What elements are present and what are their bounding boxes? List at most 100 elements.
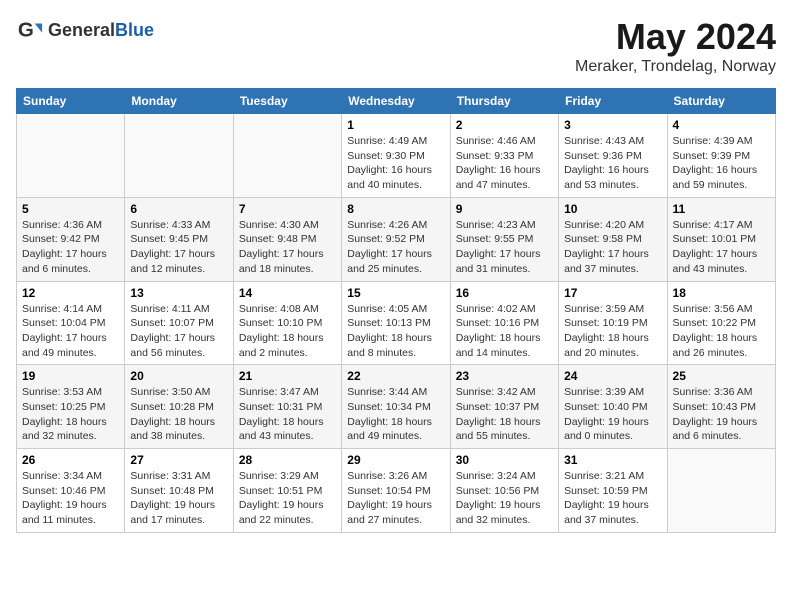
day-info: Sunrise: 4:02 AM Sunset: 10:16 PM Daylig… <box>456 302 553 361</box>
weekday-header-cell: Saturday <box>667 89 775 114</box>
calendar-cell: 12 Sunrise: 4:14 AM Sunset: 10:04 PM Dayl… <box>17 281 125 365</box>
calendar-cell: 7Sunrise: 4:30 AM Sunset: 9:48 PM Daylig… <box>233 197 341 281</box>
day-info: Sunrise: 4:14 AM Sunset: 10:04 PM Daylig… <box>22 302 119 361</box>
weekday-header-cell: Friday <box>559 89 667 114</box>
day-number: 1 <box>347 118 444 132</box>
day-info: Sunrise: 4:36 AM Sunset: 9:42 PM Dayligh… <box>22 218 119 277</box>
weekday-header-cell: Thursday <box>450 89 558 114</box>
weekday-header-cell: Monday <box>125 89 233 114</box>
calendar-cell: 24 Sunrise: 3:39 AM Sunset: 10:40 PM Dayl… <box>559 365 667 449</box>
calendar-cell: 27Sunrise: 3:31 AM Sunset: 10:48 PM Dayl… <box>125 449 233 533</box>
day-number: 11 <box>673 202 770 216</box>
day-info: Sunrise: 3:39 AM Sunset: 10:40 PM Daylig… <box>564 385 661 444</box>
calendar-cell: 1 Sunrise: 4:49 AM Sunset: 9:30 PM Daylig… <box>342 114 450 198</box>
day-info: Sunrise: 4:43 AM Sunset: 9:36 PM Dayligh… <box>564 134 661 193</box>
day-info: Sunrise: 3:34 AM Sunset: 10:46 PM Daylig… <box>22 469 119 528</box>
logo: G GeneralBlue <box>16 16 154 44</box>
day-number: 19 <box>22 369 119 383</box>
day-number: 28 <box>239 453 336 467</box>
day-number: 22 <box>347 369 444 383</box>
day-number: 17 <box>564 286 661 300</box>
day-info: Sunrise: 3:21 AM Sunset: 10:59 PM Daylig… <box>564 469 661 528</box>
calendar-cell: 30Sunrise: 3:24 AM Sunset: 10:56 PM Dayl… <box>450 449 558 533</box>
calendar-table: SundayMondayTuesdayWednesdayThursdayFrid… <box>16 88 776 533</box>
title-block: May 2024 Meraker, Trondelag, Norway <box>575 16 776 76</box>
calendar-cell: 6Sunrise: 4:33 AM Sunset: 9:45 PM Daylig… <box>125 197 233 281</box>
day-number: 8 <box>347 202 444 216</box>
calendar-week-row: 5 Sunrise: 4:36 AM Sunset: 9:42 PM Daylig… <box>17 197 776 281</box>
day-number: 29 <box>347 453 444 467</box>
calendar-cell <box>233 114 341 198</box>
calendar-cell: 23Sunrise: 3:42 AM Sunset: 10:37 PM Dayl… <box>450 365 558 449</box>
day-number: 4 <box>673 118 770 132</box>
day-info: Sunrise: 4:49 AM Sunset: 9:30 PM Dayligh… <box>347 134 444 193</box>
svg-text:G: G <box>18 19 34 42</box>
calendar-cell: 4 Sunrise: 4:39 AM Sunset: 9:39 PM Daylig… <box>667 114 775 198</box>
calendar-body: 1 Sunrise: 4:49 AM Sunset: 9:30 PM Daylig… <box>17 114 776 533</box>
calendar-cell: 18 Sunrise: 3:56 AM Sunset: 10:22 PM Dayl… <box>667 281 775 365</box>
weekday-header-cell: Sunday <box>17 89 125 114</box>
day-number: 24 <box>564 369 661 383</box>
calendar-cell: 15 Sunrise: 4:05 AM Sunset: 10:13 PM Dayl… <box>342 281 450 365</box>
day-number: 9 <box>456 202 553 216</box>
day-number: 10 <box>564 202 661 216</box>
page-header: G GeneralBlue May 2024 Meraker, Trondela… <box>16 16 776 76</box>
day-info: Sunrise: 3:50 AM Sunset: 10:28 PM Daylig… <box>130 385 227 444</box>
calendar-location: Meraker, Trondelag, Norway <box>575 58 776 76</box>
day-info: Sunrise: 3:59 AM Sunset: 10:19 PM Daylig… <box>564 302 661 361</box>
calendar-cell: 13Sunrise: 4:11 AM Sunset: 10:07 PM Dayl… <box>125 281 233 365</box>
day-number: 21 <box>239 369 336 383</box>
day-number: 23 <box>456 369 553 383</box>
calendar-cell: 26 Sunrise: 3:34 AM Sunset: 10:46 PM Dayl… <box>17 449 125 533</box>
day-number: 16 <box>456 286 553 300</box>
calendar-cell <box>125 114 233 198</box>
day-info: Sunrise: 4:08 AM Sunset: 10:10 PM Daylig… <box>239 302 336 361</box>
calendar-week-row: 12 Sunrise: 4:14 AM Sunset: 10:04 PM Dayl… <box>17 281 776 365</box>
day-info: Sunrise: 3:24 AM Sunset: 10:56 PM Daylig… <box>456 469 553 528</box>
day-info: Sunrise: 3:44 AM Sunset: 10:34 PM Daylig… <box>347 385 444 444</box>
day-info: Sunrise: 4:05 AM Sunset: 10:13 PM Daylig… <box>347 302 444 361</box>
calendar-cell: 10Sunrise: 4:20 AM Sunset: 9:58 PM Dayli… <box>559 197 667 281</box>
logo-blue: Blue <box>115 20 154 40</box>
calendar-cell: 19Sunrise: 3:53 AM Sunset: 10:25 PM Dayl… <box>17 365 125 449</box>
day-info: Sunrise: 4:39 AM Sunset: 9:39 PM Dayligh… <box>673 134 770 193</box>
calendar-cell: 29Sunrise: 3:26 AM Sunset: 10:54 PM Dayl… <box>342 449 450 533</box>
day-number: 25 <box>673 369 770 383</box>
calendar-week-row: 26 Sunrise: 3:34 AM Sunset: 10:46 PM Dayl… <box>17 449 776 533</box>
day-number: 12 <box>22 286 119 300</box>
calendar-cell: 20 Sunrise: 3:50 AM Sunset: 10:28 PM Dayl… <box>125 365 233 449</box>
day-number: 18 <box>673 286 770 300</box>
day-number: 3 <box>564 118 661 132</box>
calendar-cell <box>667 449 775 533</box>
calendar-cell: 22 Sunrise: 3:44 AM Sunset: 10:34 PM Dayl… <box>342 365 450 449</box>
day-info: Sunrise: 3:29 AM Sunset: 10:51 PM Daylig… <box>239 469 336 528</box>
calendar-cell: 2 Sunrise: 4:46 AM Sunset: 9:33 PM Daylig… <box>450 114 558 198</box>
weekday-header-row: SundayMondayTuesdayWednesdayThursdayFrid… <box>17 89 776 114</box>
day-number: 20 <box>130 369 227 383</box>
calendar-cell: 25Sunrise: 3:36 AM Sunset: 10:43 PM Dayl… <box>667 365 775 449</box>
calendar-cell: 31 Sunrise: 3:21 AM Sunset: 10:59 PM Dayl… <box>559 449 667 533</box>
calendar-cell: 28 Sunrise: 3:29 AM Sunset: 10:51 PM Dayl… <box>233 449 341 533</box>
day-number: 5 <box>22 202 119 216</box>
day-info: Sunrise: 4:17 AM Sunset: 10:01 PM Daylig… <box>673 218 770 277</box>
calendar-cell: 21 Sunrise: 3:47 AM Sunset: 10:31 PM Dayl… <box>233 365 341 449</box>
day-info: Sunrise: 3:47 AM Sunset: 10:31 PM Daylig… <box>239 385 336 444</box>
day-number: 2 <box>456 118 553 132</box>
day-info: Sunrise: 3:56 AM Sunset: 10:22 PM Daylig… <box>673 302 770 361</box>
day-number: 26 <box>22 453 119 467</box>
logo-icon: G <box>16 16 44 44</box>
calendar-week-row: 19Sunrise: 3:53 AM Sunset: 10:25 PM Dayl… <box>17 365 776 449</box>
calendar-cell: 9Sunrise: 4:23 AM Sunset: 9:55 PM Daylig… <box>450 197 558 281</box>
day-info: Sunrise: 4:26 AM Sunset: 9:52 PM Dayligh… <box>347 218 444 277</box>
day-info: Sunrise: 4:11 AM Sunset: 10:07 PM Daylig… <box>130 302 227 361</box>
weekday-header-cell: Tuesday <box>233 89 341 114</box>
day-info: Sunrise: 4:46 AM Sunset: 9:33 PM Dayligh… <box>456 134 553 193</box>
day-number: 15 <box>347 286 444 300</box>
day-info: Sunrise: 4:33 AM Sunset: 9:45 PM Dayligh… <box>130 218 227 277</box>
day-number: 31 <box>564 453 661 467</box>
calendar-cell: 14Sunrise: 4:08 AM Sunset: 10:10 PM Dayl… <box>233 281 341 365</box>
calendar-week-row: 1 Sunrise: 4:49 AM Sunset: 9:30 PM Daylig… <box>17 114 776 198</box>
logo-general: General <box>48 20 115 40</box>
calendar-cell: 8 Sunrise: 4:26 AM Sunset: 9:52 PM Daylig… <box>342 197 450 281</box>
day-info: Sunrise: 4:30 AM Sunset: 9:48 PM Dayligh… <box>239 218 336 277</box>
